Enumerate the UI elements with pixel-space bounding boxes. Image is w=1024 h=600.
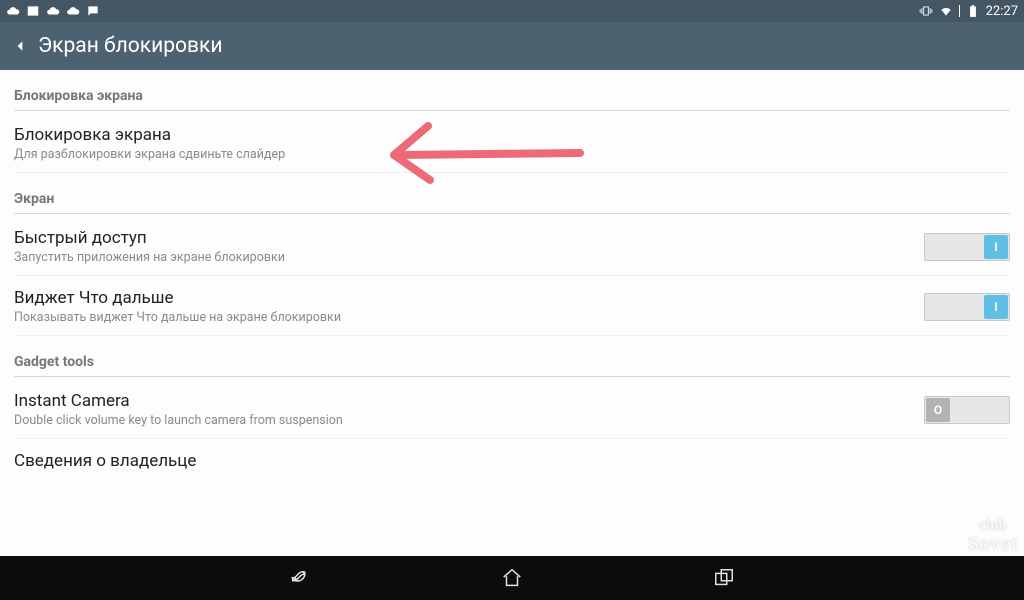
row-instant-camera[interactable]: Instant Camera Double click volume key t… <box>14 379 1010 439</box>
toggle-knob: I <box>984 295 1008 319</box>
cloud-icon <box>46 4 60 18</box>
nav-home-button[interactable] <box>496 562 528 594</box>
row-title: Блокировка экрана <box>14 125 1010 145</box>
toggle-knob: I <box>984 235 1008 259</box>
toggle-whats-next[interactable]: I <box>924 293 1010 321</box>
toggle-instant-camera[interactable]: O <box>924 396 1010 424</box>
back-button[interactable] <box>8 34 32 58</box>
nav-bar <box>0 556 1024 600</box>
row-owner-info[interactable]: Сведения о владельце <box>14 439 1010 481</box>
status-notifications <box>6 4 100 18</box>
section-header-lock: Блокировка экрана <box>14 70 1010 111</box>
home-icon <box>501 567 523 589</box>
row-lock-screen[interactable]: Блокировка экрана Для разблокировки экра… <box>14 113 1010 173</box>
nav-recent-button[interactable] <box>708 562 740 594</box>
nav-back-button[interactable] <box>284 562 316 594</box>
battery-icon <box>966 4 980 18</box>
row-title: Instant Camera <box>14 391 924 411</box>
chat-icon <box>86 4 100 18</box>
watermark: club Sovet <box>967 518 1018 554</box>
row-quick-access[interactable]: Быстрый доступ Запустить приложения на э… <box>14 216 1010 276</box>
watermark-line2: Sovet <box>967 534 1018 554</box>
page-title: Экран блокировки <box>38 34 223 58</box>
recent-apps-icon <box>713 567 735 589</box>
chevron-left-icon <box>13 35 27 57</box>
cloud-icon <box>66 4 80 18</box>
back-icon <box>289 567 311 589</box>
row-subtitle: Показывать виджет Что дальше на экране б… <box>14 310 924 325</box>
image-icon <box>26 4 40 18</box>
section-header-screen: Экран <box>14 173 1010 214</box>
status-system-icons: 22:27 <box>919 4 1018 19</box>
toggle-knob: O <box>926 398 950 422</box>
vibrate-icon <box>919 4 933 18</box>
row-subtitle: Запустить приложения на экране блокировк… <box>14 250 924 265</box>
row-subtitle: Double click volume key to launch camera… <box>14 413 924 428</box>
cloud-icon <box>6 4 20 18</box>
row-title: Сведения о владельце <box>14 451 1010 471</box>
watermark-line1: club <box>967 518 1018 534</box>
section-header-gadget: Gadget tools <box>14 336 1010 377</box>
settings-content: Блокировка экрана Блокировка экрана Для … <box>0 70 1024 556</box>
app-header: Экран блокировки <box>0 22 1024 70</box>
row-subtitle: Для разблокировки экрана сдвиньте слайде… <box>14 147 1010 162</box>
wifi-icon <box>939 4 953 18</box>
status-bar: 22:27 <box>0 0 1024 22</box>
toggle-quick-access[interactable]: I <box>924 233 1010 261</box>
divider-icon <box>959 5 960 17</box>
clock-text: 22:27 <box>986 4 1018 19</box>
row-whats-next-widget[interactable]: Виджет Что дальше Показывать виджет Что … <box>14 276 1010 336</box>
row-title: Быстрый доступ <box>14 228 924 248</box>
row-title: Виджет Что дальше <box>14 288 924 308</box>
